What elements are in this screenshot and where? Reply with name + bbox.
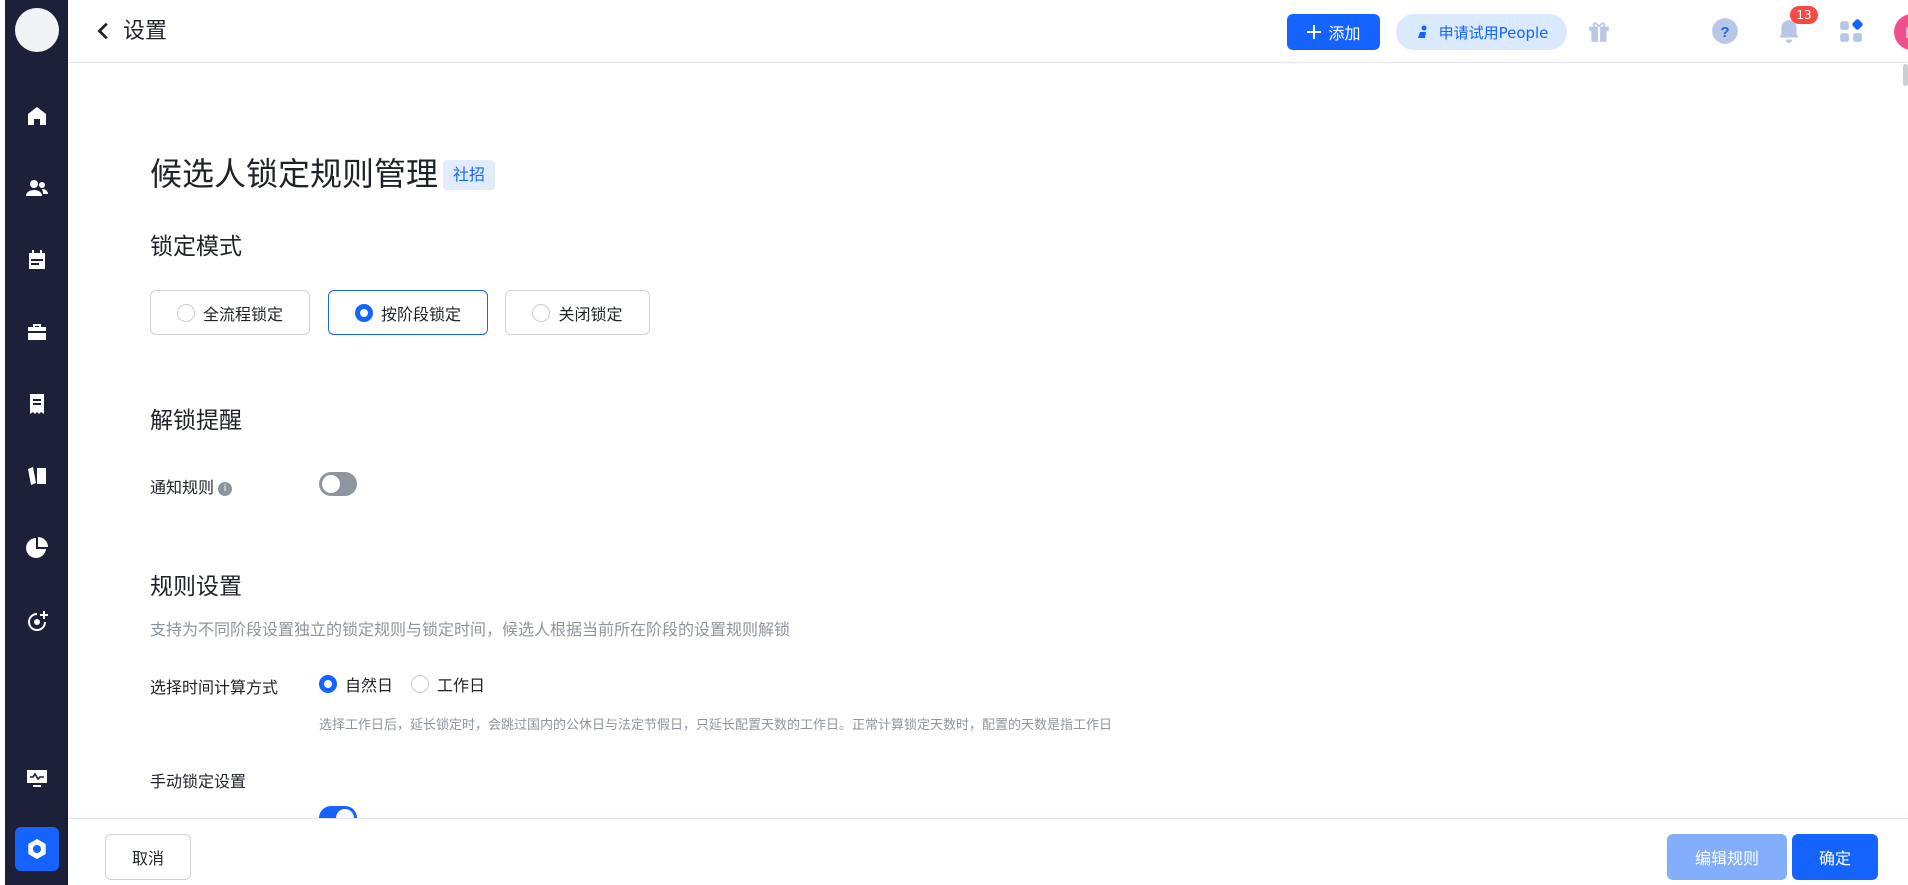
- manual-lock-label: 手动锁定设置: [150, 772, 247, 791]
- recruit-type-tag: 社招: [443, 160, 496, 190]
- option-label: 按阶段锁定: [380, 304, 461, 324]
- option-label: 自然日: [345, 676, 394, 695]
- notify-rule-text: 通知规则: [150, 478, 215, 497]
- help-icon[interactable]: ?: [1710, 16, 1740, 46]
- toggle-knob: [336, 809, 354, 818]
- calendar-icon[interactable]: [5, 238, 68, 282]
- home-icon[interactable]: [5, 94, 68, 138]
- page-title: 候选人锁定规则管理: [150, 155, 439, 193]
- request-trial-button[interactable]: 申请试用People: [1396, 14, 1567, 50]
- edit-rule-button[interactable]: 编辑规则: [1667, 834, 1787, 880]
- user-avatar[interactable]: 盼: [1894, 14, 1908, 50]
- library-icon[interactable]: [5, 454, 68, 498]
- notify-rule-label: 通知规则 i: [150, 474, 233, 498]
- logo[interactable]: [15, 8, 59, 52]
- plus-icon: [1307, 25, 1322, 39]
- notify-rule-toggle[interactable]: [319, 472, 357, 496]
- add-button[interactable]: 添加: [1287, 14, 1380, 50]
- radio-icon: [532, 303, 551, 322]
- option-label: 关闭锁定: [558, 304, 623, 324]
- left-nav-rail: [5, 0, 68, 885]
- radio-selected-icon: [319, 675, 337, 693]
- info-icon[interactable]: i: [218, 481, 233, 496]
- time-calc-label: 选择时间计算方式: [150, 678, 279, 697]
- lock-mode-off[interactable]: 关闭锁定: [505, 290, 650, 335]
- back-chevron-icon[interactable]: [92, 18, 116, 44]
- gift-icon[interactable]: [1584, 16, 1614, 46]
- target-plus-icon[interactable]: [5, 600, 68, 644]
- rule-settings-heading: 规则设置: [150, 574, 242, 600]
- apps-grid-icon[interactable]: [1836, 16, 1866, 46]
- footer-action-bar: 取消 编辑规则 确定: [68, 818, 1908, 885]
- pie-chart-icon[interactable]: [5, 526, 68, 570]
- settings-icon: [28, 839, 46, 859]
- time-calc-work-day[interactable]: 工作日: [411, 672, 485, 696]
- option-label: 工作日: [437, 676, 486, 695]
- option-label: 全流程锁定: [202, 304, 283, 324]
- main-content: 候选人锁定规则管理 社招 锁定模式 全流程锁定 按阶段锁定 关闭锁定 解锁提醒 …: [68, 64, 1903, 818]
- lock-mode-by-stage[interactable]: 按阶段锁定: [328, 290, 488, 335]
- people-icon[interactable]: [5, 166, 68, 210]
- cancel-button[interactable]: 取消: [105, 834, 191, 880]
- add-button-label: 添加: [1328, 24, 1361, 43]
- radio-icon: [176, 303, 195, 322]
- lock-mode-heading: 锁定模式: [150, 234, 242, 260]
- briefcase-icon[interactable]: [5, 310, 68, 354]
- svg-text:?: ?: [1720, 24, 1729, 41]
- radio-selected-icon: [354, 303, 373, 322]
- time-calc-hint: 选择工作日后，延长锁定时，会跳过国内的公休日与法定节假日，只延长配置天数的工作日…: [319, 718, 1113, 733]
- document-icon[interactable]: [5, 382, 68, 426]
- request-trial-label: 申请试用People: [1438, 23, 1549, 42]
- lock-mode-full-process[interactable]: 全流程锁定: [150, 290, 310, 335]
- notification-badge: 13: [1790, 6, 1818, 24]
- page-breadcrumb-title: 设置: [123, 19, 168, 44]
- top-bar: 设置 添加 申请试用People ? 13 盼: [68, 0, 1908, 63]
- toggle-knob: [322, 475, 340, 493]
- manual-lock-toggle[interactable]: [319, 806, 357, 818]
- radio-icon: [411, 675, 429, 693]
- scrollbar-thumb[interactable]: [1903, 64, 1908, 86]
- settings-nav-active[interactable]: [15, 827, 59, 871]
- unlock-reminder-heading: 解锁提醒: [150, 408, 242, 434]
- confirm-button[interactable]: 确定: [1792, 834, 1878, 880]
- rule-settings-description: 支持为不同阶段设置独立的锁定规则与锁定时间，候选人根据当前所在阶段的设置规则解锁: [150, 620, 791, 639]
- monitor-icon[interactable]: [5, 756, 68, 800]
- time-calc-natural-day[interactable]: 自然日: [319, 672, 393, 696]
- person-icon: [1417, 25, 1427, 38]
